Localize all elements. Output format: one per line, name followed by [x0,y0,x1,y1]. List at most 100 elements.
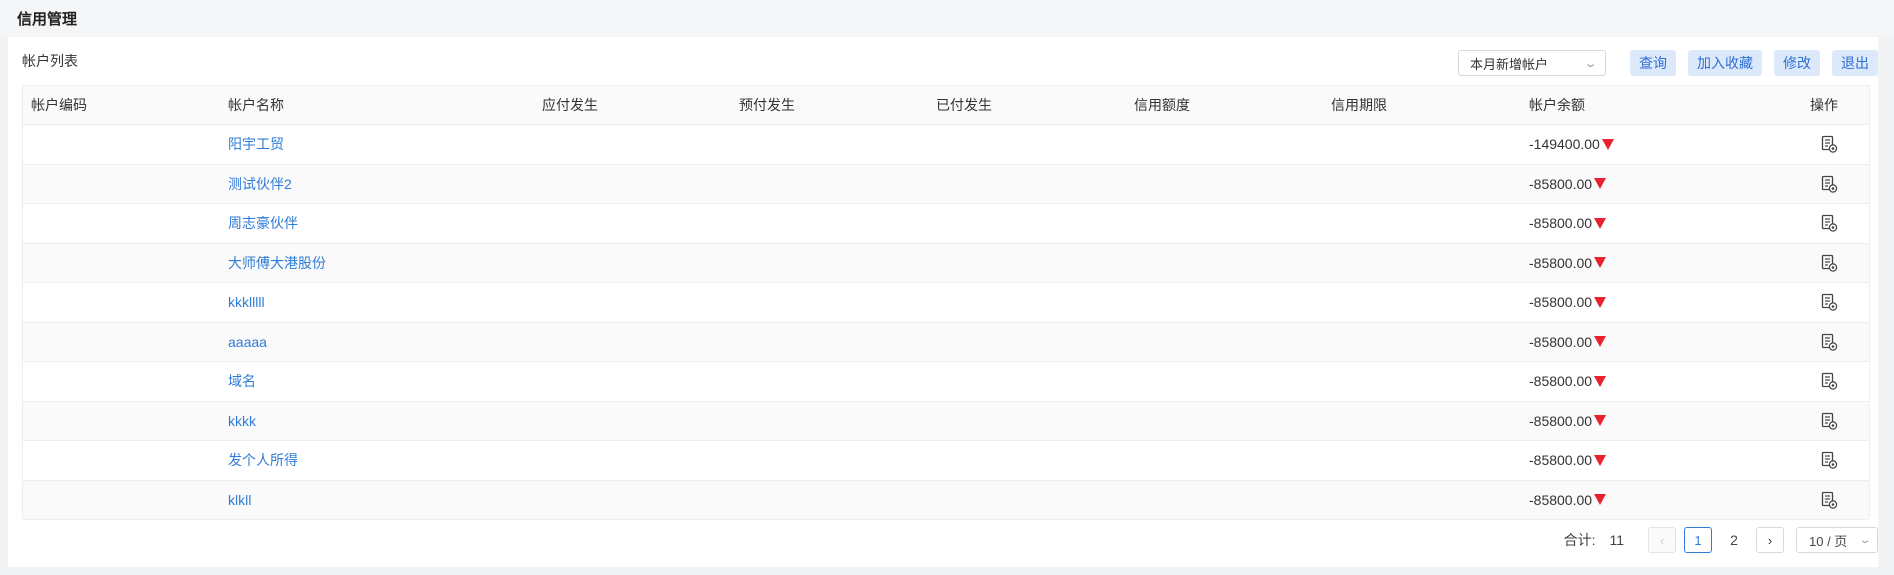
chevron-down-icon: ⌄ [1858,534,1872,546]
balance-cell: -85800.00 [1529,481,1607,520]
actions-cell [1810,441,1838,480]
table-row: kkkk -85800.00 [23,401,1869,441]
edit-button[interactable]: 修改 [1774,50,1820,76]
next-page-button[interactable]: › [1756,527,1784,553]
account-name-link[interactable]: 发个人所得 [228,441,298,480]
content-panel: 帐户列表 本月新增帐户 ⌄ 查询 加入收藏 修改 退出 帐户编码 帐户名称 应付… [8,37,1878,567]
page-size-value: 10 / 页 [1809,533,1848,549]
pagination-total: 合计: 11 [1564,530,1624,550]
pagination-total-count: 11 [1609,532,1624,548]
actions-cell [1810,481,1838,520]
down-triangle-icon [1594,415,1607,427]
column-header-credit-term: 信用期限 [1331,97,1387,113]
balance-value: -85800.00 [1529,215,1593,232]
balance-value: -85800.00 [1529,373,1593,390]
pagination-total-label: 合计: [1563,532,1596,548]
chevron-right-icon: › [1767,532,1773,548]
document-view-icon[interactable] [1820,214,1838,232]
down-triangle-icon [1594,178,1607,190]
actions-cell [1810,402,1838,441]
prev-page-button[interactable]: ‹ [1648,527,1676,553]
pagination: 合计: 11 ‹ 1 2 › 10 / 页 ⌄ [1564,526,1878,554]
down-triangle-icon [1594,454,1607,466]
balance-value: -85800.00 [1529,412,1593,429]
account-name-link[interactable]: 域名 [228,362,256,401]
down-triangle-icon [1594,336,1607,348]
actions-cell [1810,204,1838,243]
balance-cell: -85800.00 [1529,165,1607,204]
balance-value: -149400.00 [1529,136,1600,153]
account-name-link[interactable]: 阳宇工贸 [228,125,284,164]
table-row: 阳宇工贸 -149400.00 [23,125,1869,165]
balance-cell: -85800.00 [1529,441,1607,480]
document-view-icon[interactable] [1820,254,1838,272]
column-header-actions: 操作 [1810,97,1838,113]
page-header: 信用管理 [0,0,1894,36]
page-1-button[interactable]: 1 [1684,527,1712,553]
chevron-down-icon: ⌄ [1583,57,1598,70]
accounts-table: 帐户编码 帐户名称 应付发生 预付发生 已付发生 信用额度 信用期限 帐户余额 … [22,85,1870,520]
balance-value: -85800.00 [1529,333,1593,350]
balance-cell: -85800.00 [1529,283,1607,322]
table-row: 测试伙伴2 -85800.00 [23,164,1869,204]
balance-value: -85800.00 [1529,254,1593,271]
column-header-payable: 应付发生 [542,97,598,113]
page-title: 信用管理 [17,11,78,28]
account-filter-select[interactable]: 本月新增帐户 ⌄ [1458,50,1606,76]
account-name-link[interactable]: aaaaa [228,323,267,362]
section-title: 帐户列表 [22,53,78,69]
actions-cell [1810,125,1838,164]
table-row: kkklllll -85800.00 [23,283,1869,323]
down-triangle-icon [1594,296,1607,308]
account-name-link[interactable]: 周志豪伙伴 [228,204,298,243]
balance-value: -85800.00 [1529,491,1593,508]
column-header-prepaid: 预付发生 [739,97,795,113]
page-2-button[interactable]: 2 [1720,532,1748,548]
column-header-paid: 已付发生 [936,97,992,113]
document-view-icon[interactable] [1820,175,1838,193]
down-triangle-icon [1594,375,1607,387]
document-view-icon[interactable] [1820,451,1838,469]
actions-cell [1810,165,1838,204]
exit-button[interactable]: 退出 [1832,50,1878,76]
actions-cell [1810,362,1838,401]
table-row: 发个人所得 -85800.00 [23,441,1869,481]
actions-cell [1810,244,1838,283]
down-triangle-icon [1594,257,1607,269]
query-button[interactable]: 查询 [1630,50,1676,76]
add-favorite-button[interactable]: 加入收藏 [1688,50,1762,76]
account-name-link[interactable]: kkkk [228,402,256,441]
account-name-link[interactable]: 测试伙伴2 [228,165,292,204]
balance-value: -85800.00 [1529,175,1593,192]
document-view-icon[interactable] [1820,491,1838,509]
table-row: 周志豪伙伴 -85800.00 [23,204,1869,244]
down-triangle-icon [1594,494,1607,506]
down-triangle-icon [1594,217,1607,229]
toolbar: 本月新增帐户 ⌄ 查询 加入收藏 修改 退出 [1458,49,1878,77]
account-name-link[interactable]: 大师傅大港股份 [228,244,326,283]
document-view-icon[interactable] [1820,293,1838,311]
document-view-icon[interactable] [1820,333,1838,351]
balance-cell: -85800.00 [1529,244,1607,283]
table-row: 大师傅大港股份 -85800.00 [23,243,1869,283]
column-header-credit-limit: 信用额度 [1134,97,1190,113]
balance-value: -85800.00 [1529,294,1593,311]
page-size-select[interactable]: 10 / 页 ⌄ [1796,527,1878,553]
document-view-icon[interactable] [1820,135,1838,153]
balance-cell: -85800.00 [1529,362,1607,401]
table-row: klkll -85800.00 [23,480,1869,520]
account-name-link[interactable]: klkll [228,481,251,520]
column-header-account-code: 帐户编码 [31,97,87,113]
balance-cell: -149400.00 [1529,125,1614,164]
document-view-icon[interactable] [1820,412,1838,430]
account-name-link[interactable]: kkklllll [228,283,265,322]
balance-value: -85800.00 [1529,452,1593,469]
document-view-icon[interactable] [1820,372,1838,390]
table-row: aaaaa -85800.00 [23,322,1869,362]
column-header-balance: 帐户余额 [1529,97,1585,113]
balance-cell: -85800.00 [1529,204,1607,243]
table-row: 域名 -85800.00 [23,362,1869,402]
actions-cell [1810,323,1838,362]
balance-cell: -85800.00 [1529,323,1607,362]
chevron-left-icon: ‹ [1659,532,1665,548]
